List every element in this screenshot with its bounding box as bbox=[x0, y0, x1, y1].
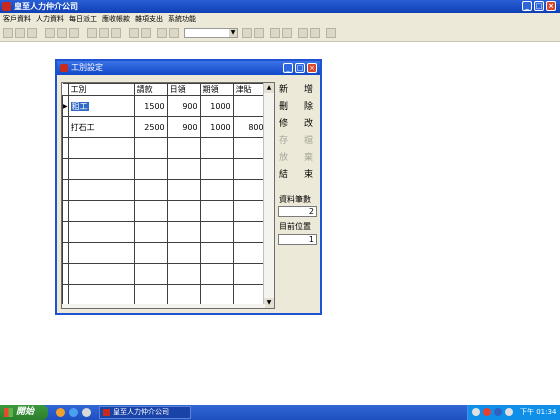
ie-icon[interactable] bbox=[69, 408, 78, 417]
dialog-maximize-icon[interactable]: □ bbox=[295, 63, 305, 73]
col-header-allowance[interactable]: 津貼 bbox=[232, 83, 267, 96]
grid-icon[interactable] bbox=[242, 28, 252, 38]
cell-allowance[interactable] bbox=[232, 95, 267, 117]
scroll-down-icon[interactable]: ▼ bbox=[264, 298, 274, 308]
format-icon[interactable] bbox=[157, 28, 167, 38]
tray-security-icon[interactable] bbox=[483, 408, 491, 416]
cell-request[interactable]: 2500 bbox=[133, 116, 168, 138]
folder-icon[interactable] bbox=[270, 28, 280, 38]
cell-type[interactable]: 粗工 bbox=[67, 95, 135, 117]
minimize-icon[interactable]: _ bbox=[522, 1, 532, 11]
table-row[interactable] bbox=[62, 200, 267, 222]
vertical-scrollbar[interactable]: ▲ ▼ bbox=[263, 83, 274, 308]
cell-allowance[interactable]: 800 bbox=[232, 116, 267, 138]
table-row[interactable] bbox=[62, 242, 267, 264]
dialog-title-bar: 工別設定 _ □ × bbox=[57, 61, 320, 75]
maximize-icon[interactable]: □ bbox=[534, 1, 544, 11]
home-icon[interactable] bbox=[282, 28, 292, 38]
quicklaunch-icon[interactable] bbox=[56, 408, 65, 417]
save-icon[interactable] bbox=[27, 28, 37, 38]
dialog-minimize-icon[interactable]: _ bbox=[283, 63, 293, 73]
table-row[interactable] bbox=[62, 179, 267, 201]
table-row[interactable]: 打石工 2500 900 1000 800 bbox=[62, 116, 267, 138]
cell-period[interactable]: 1000 bbox=[199, 95, 234, 117]
menu-expense[interactable]: 雜項支出 bbox=[135, 13, 163, 25]
system-tray: 下午 01:34 bbox=[467, 405, 560, 420]
col-header-request[interactable]: 請款 bbox=[133, 83, 168, 96]
window-icon[interactable] bbox=[298, 28, 308, 38]
grid-table: 工別 請款 日領 期領 津貼 ▶ 粗工 1500 900 1000 打石工 25… bbox=[62, 83, 267, 306]
delete-button[interactable]: 刪除 bbox=[276, 99, 316, 115]
abort-button[interactable]: 放棄 bbox=[276, 150, 316, 166]
clock: 下午 01:34 bbox=[520, 408, 557, 416]
app-logo-icon bbox=[2, 2, 11, 11]
dialog-close-icon[interactable]: × bbox=[307, 63, 317, 73]
tray-volume-icon[interactable] bbox=[505, 408, 513, 416]
cut-icon[interactable] bbox=[87, 28, 97, 38]
tile-icon[interactable] bbox=[310, 28, 320, 38]
menu-receivable[interactable]: 應收帳款 bbox=[102, 13, 130, 25]
task-app-icon bbox=[103, 409, 110, 416]
redo-icon[interactable] bbox=[141, 28, 151, 38]
record-count-label: 資料筆數 bbox=[279, 195, 311, 204]
table-row[interactable] bbox=[62, 221, 267, 243]
cell-request[interactable]: 1500 bbox=[133, 95, 168, 117]
record-count-field: 2 bbox=[278, 206, 317, 217]
taskbar-app-button[interactable]: 皇至人力仲介公司 bbox=[99, 406, 191, 419]
current-position-field: 1 bbox=[278, 234, 317, 245]
edit-button[interactable]: 修改 bbox=[276, 116, 316, 132]
new-button[interactable]: 新增 bbox=[276, 82, 316, 98]
cell-type[interactable]: 打石工 bbox=[67, 116, 135, 138]
scroll-up-icon[interactable]: ▲ bbox=[264, 83, 274, 93]
chevron-down-icon[interactable]: ▼ bbox=[229, 29, 237, 37]
toolbar-combo[interactable]: ▼ bbox=[184, 28, 238, 38]
menu-customer[interactable]: 客戶資料 bbox=[3, 13, 31, 25]
preview-icon[interactable] bbox=[57, 28, 67, 38]
grid-header-row: 工別 請款 日領 期領 津貼 bbox=[62, 83, 267, 96]
check-icon[interactable] bbox=[169, 28, 179, 38]
print-icon[interactable] bbox=[45, 28, 55, 38]
taskbar: 開始 皇至人力仲介公司 下午 01:34 bbox=[0, 405, 560, 420]
menu-dispatch[interactable]: 每日派工 bbox=[69, 13, 97, 25]
menu-labor[interactable]: 人力資料 bbox=[36, 13, 64, 25]
list-icon[interactable] bbox=[254, 28, 264, 38]
windows-flag-icon bbox=[4, 408, 13, 417]
save-button[interactable]: 存檔 bbox=[276, 133, 316, 149]
cell-daily[interactable]: 900 bbox=[166, 116, 201, 138]
open-icon[interactable] bbox=[15, 28, 25, 38]
app-title: 皇至人力仲介公司 bbox=[14, 2, 78, 11]
copy-icon[interactable] bbox=[99, 28, 109, 38]
desktop-icon[interactable] bbox=[82, 408, 91, 417]
cell-daily[interactable]: 900 bbox=[166, 95, 201, 117]
col-header-daily[interactable]: 日領 bbox=[166, 83, 201, 96]
table-row[interactable] bbox=[62, 263, 267, 285]
help-icon[interactable] bbox=[326, 28, 336, 38]
col-header-type[interactable]: 工別 bbox=[67, 83, 135, 96]
spell-icon[interactable] bbox=[69, 28, 79, 38]
horizontal-scrollbar[interactable] bbox=[62, 304, 265, 308]
cell-period[interactable]: 1000 bbox=[199, 116, 234, 138]
close-icon[interactable]: × bbox=[546, 1, 556, 11]
tray-network-icon[interactable] bbox=[494, 408, 502, 416]
dialog-logo-icon bbox=[60, 64, 68, 72]
paste-icon[interactable] bbox=[111, 28, 121, 38]
col-header-period[interactable]: 期領 bbox=[199, 83, 234, 96]
dialog-title: 工別設定 bbox=[71, 63, 103, 72]
table-row[interactable] bbox=[62, 158, 267, 180]
work-type-grid[interactable]: 工別 請款 日領 期領 津貼 ▶ 粗工 1500 900 1000 打石工 25… bbox=[61, 82, 275, 309]
new-doc-icon[interactable] bbox=[3, 28, 13, 38]
app-title-bar: 皇至人力仲介公司 _ □ × bbox=[0, 0, 560, 13]
current-position-label: 目前位置 bbox=[279, 222, 311, 231]
close-button[interactable]: 結束 bbox=[276, 167, 316, 183]
menu-bar: 客戶資料 人力資料 每日派工 應收帳款 雜項支出 系統功能 bbox=[0, 13, 560, 25]
undo-icon[interactable] bbox=[129, 28, 139, 38]
tray-ime-icon[interactable] bbox=[472, 408, 480, 416]
table-row[interactable]: ▶ 粗工 1500 900 1000 bbox=[62, 95, 267, 117]
table-row[interactable] bbox=[62, 137, 267, 159]
toolbar: ▼ bbox=[0, 25, 560, 42]
work-type-dialog: 工別設定 _ □ × 工別 請款 日領 期領 津貼 ▶ 粗工 1500 900 … bbox=[55, 59, 322, 315]
start-button[interactable]: 開始 bbox=[0, 405, 48, 420]
table-row[interactable] bbox=[62, 284, 267, 306]
menu-system[interactable]: 系統功能 bbox=[168, 13, 196, 25]
